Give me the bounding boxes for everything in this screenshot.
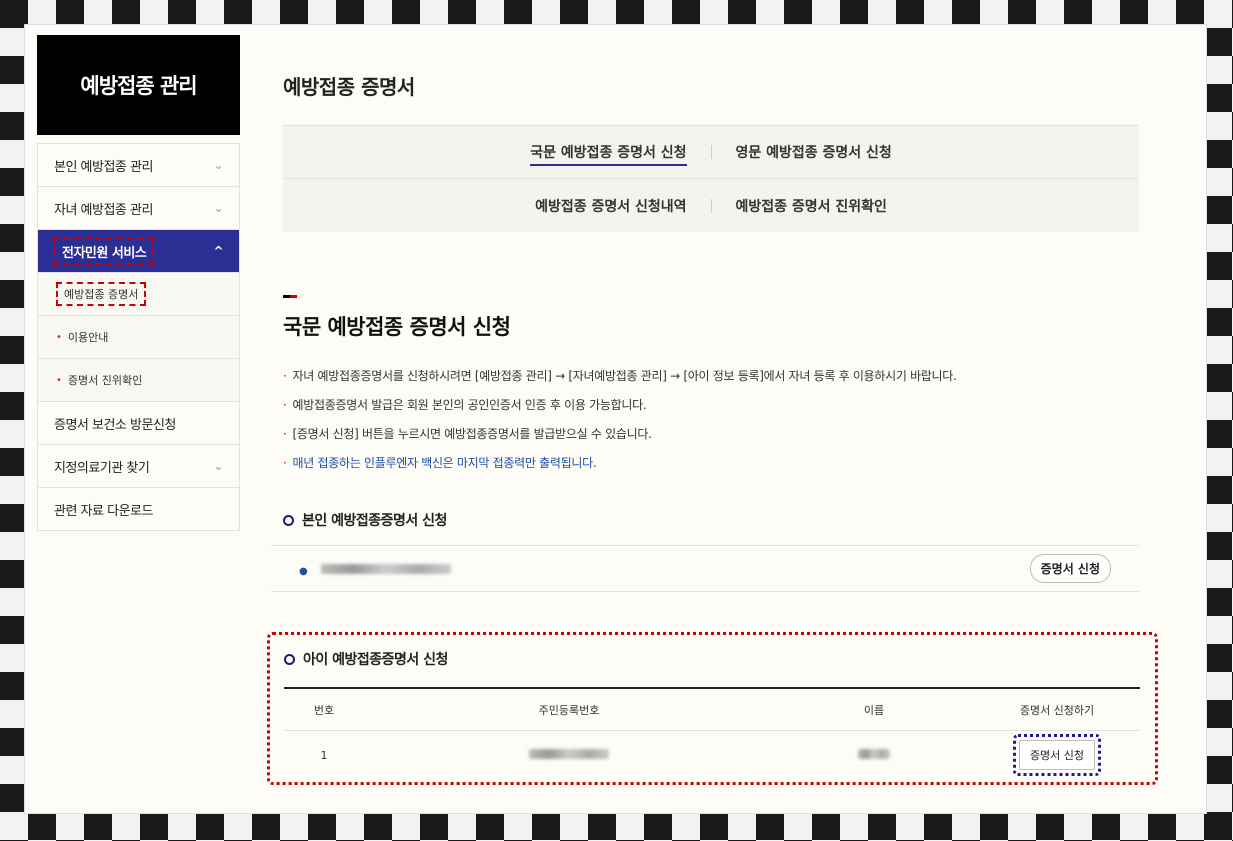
redacted-resident-id [364, 748, 774, 762]
sidebar-subitem-label: 증명서 진위확인 [67, 374, 143, 387]
child-section-title: 아이 예방접종증명서 신청 [284, 649, 448, 669]
column-header-number: 번호 [313, 703, 335, 717]
tab-panel: 국문 예방접종 증명서 신청 영문 예방접종 증명서 신청 예방접종 증명서 신… [283, 125, 1139, 232]
sidebar-subitem-certificate[interactable]: 예방접종 증명서 [38, 273, 239, 316]
self-certificate-row: ● 증명서 신청 [271, 545, 1139, 592]
circle-icon [284, 653, 295, 665]
sidebar-item-label: 지정의료기관 찾기 [54, 460, 150, 476]
sidebar-subitem-label: 예방접종 증명서 [56, 282, 147, 306]
bullet-icon: • [56, 374, 62, 386]
notice-item: 매년 접종하는 인플루엔자 백신은 마지막 접종력만 출력됩니다. [283, 454, 957, 483]
child-certificate-request-button[interactable]: 증명서 신청 [1018, 740, 1096, 770]
sidebar-item-download[interactable]: 관련 자료 다운로드 [38, 488, 239, 531]
sidebar-item-label: 자녀 예방접종 관리 [54, 202, 153, 218]
sidebar-menu: 본인 예방접종 관리 ⌄ 자녀 예방접종 관리 ⌄ 전자민원 서비스 ^ 예방접… [37, 143, 240, 531]
sidebar-subitem-guide[interactable]: • 이용안내 [38, 316, 239, 359]
sidebar-item-label: 전자민원 서비스 [54, 237, 155, 265]
sidebar-item-label: 본인 예방접종 관리 [54, 159, 153, 175]
redacted-user-info [320, 564, 451, 574]
row-number: 1 [320, 748, 328, 762]
notice-list: 자녀 예방접종증명서를 신청하시려면 [예방접종 관리] → [자녀예방접종 관… [283, 367, 957, 483]
chevron-up-icon: ^ [213, 244, 223, 258]
request-cell: 증명서 신청 [974, 734, 1140, 776]
sidebar-item-find-institution[interactable]: 지정의료기관 찾기 ⌄ [38, 445, 239, 488]
child-table: 번호 주민등록번호 이름 증명서 신청하기 1 증명서 신청 [284, 687, 1140, 779]
sidebar-title: 예방접종 관리 [37, 35, 240, 135]
section-marker-icon [283, 295, 297, 298]
self-section-title: 본인 예방접종증명서 신청 [283, 510, 447, 530]
page-title: 예방접종 증명서 [283, 75, 415, 99]
bullet-icon: • [56, 331, 62, 343]
sidebar-item-self-vaccination[interactable]: 본인 예방접종 관리 ⌄ [38, 144, 239, 187]
sidebar-subitem-verify[interactable]: • 증명서 진위확인 [38, 359, 239, 402]
tab-request-history[interactable]: 예방접종 증명서 신청내역 [497, 196, 711, 216]
tab-authenticity-check[interactable]: 예방접종 증명서 진위확인 [712, 196, 926, 216]
chevron-down-icon: ⌄ [213, 459, 223, 473]
sidebar: 예방접종 관리 본인 예방접종 관리 ⌄ 자녀 예방접종 관리 ⌄ 전자민원 서… [37, 35, 240, 531]
self-certificate-request-button[interactable]: 증명서 신청 [1029, 554, 1111, 583]
bullet-icon: ● [299, 566, 308, 577]
chevron-down-icon: ⌄ [213, 158, 223, 172]
notice-item: 예방접종증명서 발급은 회원 본인의 공인인증서 인증 후 이용 가능합니다. [283, 396, 957, 425]
column-header-resident-id: 주민등록번호 [538, 703, 600, 717]
child-certificate-section: 아이 예방접종증명서 신청 번호 주민등록번호 이름 증명서 신청하기 1 증명… [267, 632, 1158, 785]
redacted-name [774, 748, 974, 762]
column-header-name: 이름 [863, 703, 885, 717]
table-header-row: 번호 주민등록번호 이름 증명서 신청하기 [284, 689, 1140, 731]
window-frame: 예방접종 관리 본인 예방접종 관리 ⌄ 자녀 예방접종 관리 ⌄ 전자민원 서… [24, 24, 1207, 814]
chevron-down-icon: ⌄ [213, 201, 223, 215]
sidebar-item-label: 증명서 보건소 방문신청 [54, 417, 176, 433]
sidebar-subitem-label: 이용안내 [67, 331, 109, 344]
sidebar-item-child-vaccination[interactable]: 자녀 예방접종 관리 ⌄ [38, 187, 239, 230]
column-header-request: 증명서 신청하기 [1019, 703, 1095, 717]
highlight-box: 증명서 신청 [1012, 734, 1102, 776]
notice-item: [증명서 신청] 버튼을 누르시면 예방접종증명서를 발급받으실 수 있습니다. [283, 425, 957, 454]
tab-english-certificate[interactable]: 영문 예방접종 증명서 신청 [712, 142, 926, 162]
tab-korean-certificate[interactable]: 국문 예방접종 증명서 신청 [497, 142, 711, 166]
section-title: 국문 예방접종 증명서 신청 [283, 315, 511, 339]
notice-item: 자녀 예방접종증명서를 신청하시려면 [예방접종 관리] → [자녀예방접종 관… [283, 367, 957, 396]
sidebar-item-e-civil-service[interactable]: 전자민원 서비스 ^ [38, 230, 239, 273]
sidebar-item-label: 관련 자료 다운로드 [54, 503, 153, 519]
sidebar-item-visit-request[interactable]: 증명서 보건소 방문신청 [38, 402, 239, 445]
circle-icon [283, 514, 294, 526]
table-row: 1 증명서 신청 [284, 731, 1140, 779]
